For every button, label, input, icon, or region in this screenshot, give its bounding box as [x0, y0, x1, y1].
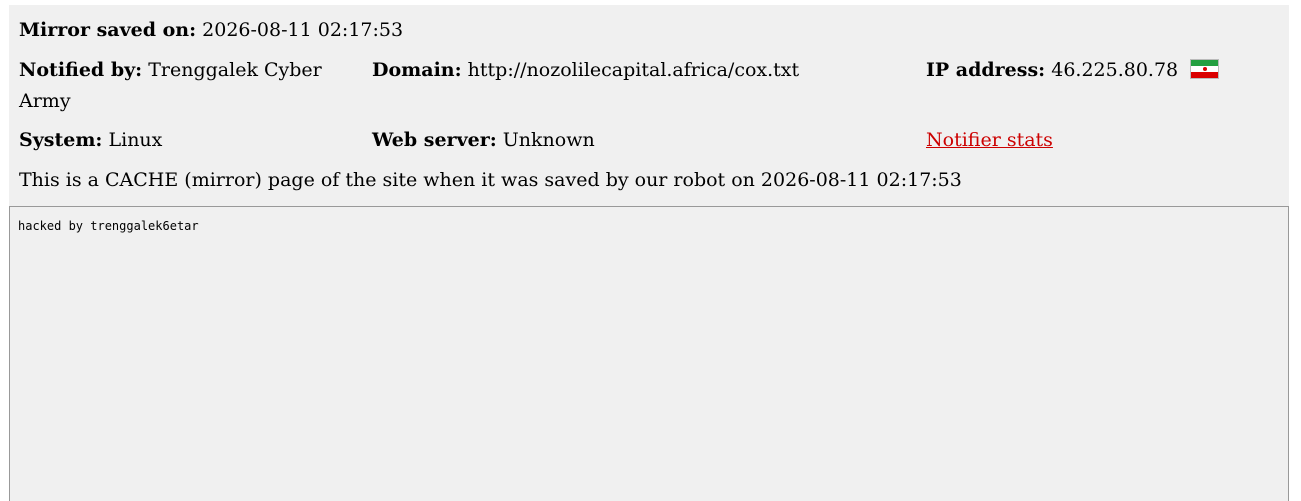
notified-by-label: Notified by:	[19, 59, 143, 81]
mirror-content-text: hacked by trenggalek6etar	[18, 219, 199, 233]
notifier-stats-link[interactable]: Notifier stats	[926, 129, 1053, 151]
mirror-info-panel: Mirror saved on: 2026-08-11 02:17:53 Not…	[9, 5, 1289, 206]
system-cell: System: Linux	[19, 125, 162, 156]
notified-by-cell: Notified by: Trenggalek Cyber Army	[19, 55, 349, 117]
system-label: System:	[19, 129, 103, 151]
domain-value: http://nozolilecapital.africa/cox.txt	[467, 59, 800, 81]
cache-notice: This is a CACHE (mirror) page of the sit…	[19, 169, 962, 191]
ip-address-label: IP address:	[926, 59, 1046, 81]
domain-cell: Domain: http://nozolilecapital.africa/co…	[372, 55, 799, 86]
iran-flag-icon	[1190, 59, 1220, 79]
domain-label: Domain:	[372, 59, 462, 81]
saved-on-value: 2026-08-11 02:17:53	[202, 19, 404, 41]
saved-on-row: Mirror saved on: 2026-08-11 02:17:53	[19, 15, 403, 46]
notifier-stats-cell: Notifier stats	[926, 125, 1053, 156]
ip-address-value: 46.225.80.78	[1051, 59, 1179, 81]
web-server-value: Unknown	[502, 129, 595, 151]
saved-on-label: Mirror saved on:	[19, 19, 197, 41]
ip-address-cell: IP address: 46.225.80.78	[926, 55, 1220, 86]
system-value: Linux	[108, 129, 163, 151]
web-server-label: Web server:	[372, 129, 497, 151]
mirror-content-frame[interactable]: hacked by trenggalek6etar	[9, 206, 1289, 501]
web-server-cell: Web server: Unknown	[372, 125, 595, 156]
